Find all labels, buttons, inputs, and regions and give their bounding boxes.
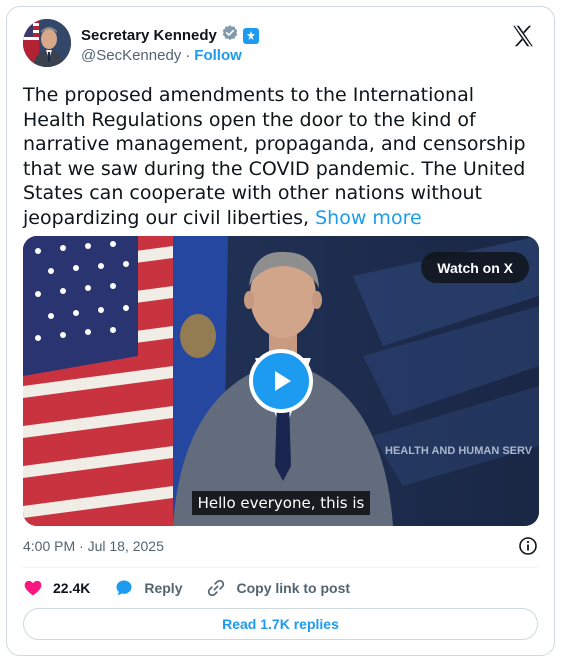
tweet-card: Secretary Kennedy @SecKennedy · Follow T… (6, 6, 555, 656)
like-count: 22.4K (53, 580, 91, 596)
divider (23, 567, 538, 568)
name-row: Secretary Kennedy (81, 24, 259, 47)
avatar[interactable] (23, 19, 71, 67)
reply-bubble-icon (116, 580, 132, 596)
action-bar: 22.4K Reply Copy link to post (23, 576, 374, 600)
play-button[interactable] (249, 349, 313, 413)
backdrop-text: HEALTH AND HUMAN SERV (385, 445, 533, 457)
tweet-body: The proposed amendments to the Internati… (23, 84, 526, 229)
tweet-header: Secretary Kennedy @SecKennedy · Follow (23, 19, 538, 71)
tweet-timestamp[interactable]: 4:00 PM · Jul 18, 2025 (23, 538, 164, 554)
tweet-text: The proposed amendments to the Internati… (23, 83, 533, 230)
x-logo-icon[interactable] (510, 23, 536, 49)
caption-text: Hello everyone, this is (191, 491, 371, 515)
copy-link-button[interactable]: Copy link to post (206, 578, 350, 598)
video-player[interactable]: HEALTH AND HUMAN SERV Watch on X Hello e… (23, 236, 539, 526)
reply-button[interactable]: Reply (114, 578, 182, 598)
handle-row: @SecKennedy · Follow (81, 47, 242, 64)
reply-label: Reply (144, 580, 183, 596)
follow-button[interactable]: Follow (194, 47, 242, 64)
read-replies-button[interactable]: Read 1.7K replies (23, 608, 538, 640)
handle-separator: · (185, 47, 191, 64)
avatar-portrait-image (23, 19, 71, 67)
link-icon (208, 579, 225, 597)
author-handle[interactable]: @SecKennedy (81, 47, 181, 64)
author-name[interactable]: Secretary Kennedy (81, 27, 217, 44)
heart-icon (24, 580, 42, 596)
show-more-link[interactable]: Show more (315, 207, 422, 229)
play-icon (275, 371, 291, 391)
video-caption: Hello everyone, this is (23, 491, 539, 515)
like-button[interactable]: 22.4K (23, 578, 90, 598)
watch-on-x-button[interactable]: Watch on X (421, 252, 529, 283)
info-icon[interactable] (518, 536, 538, 556)
verified-badge-icon (221, 24, 239, 47)
copy-link-label: Copy link to post (236, 580, 351, 596)
government-affiliation-icon (242, 27, 259, 44)
